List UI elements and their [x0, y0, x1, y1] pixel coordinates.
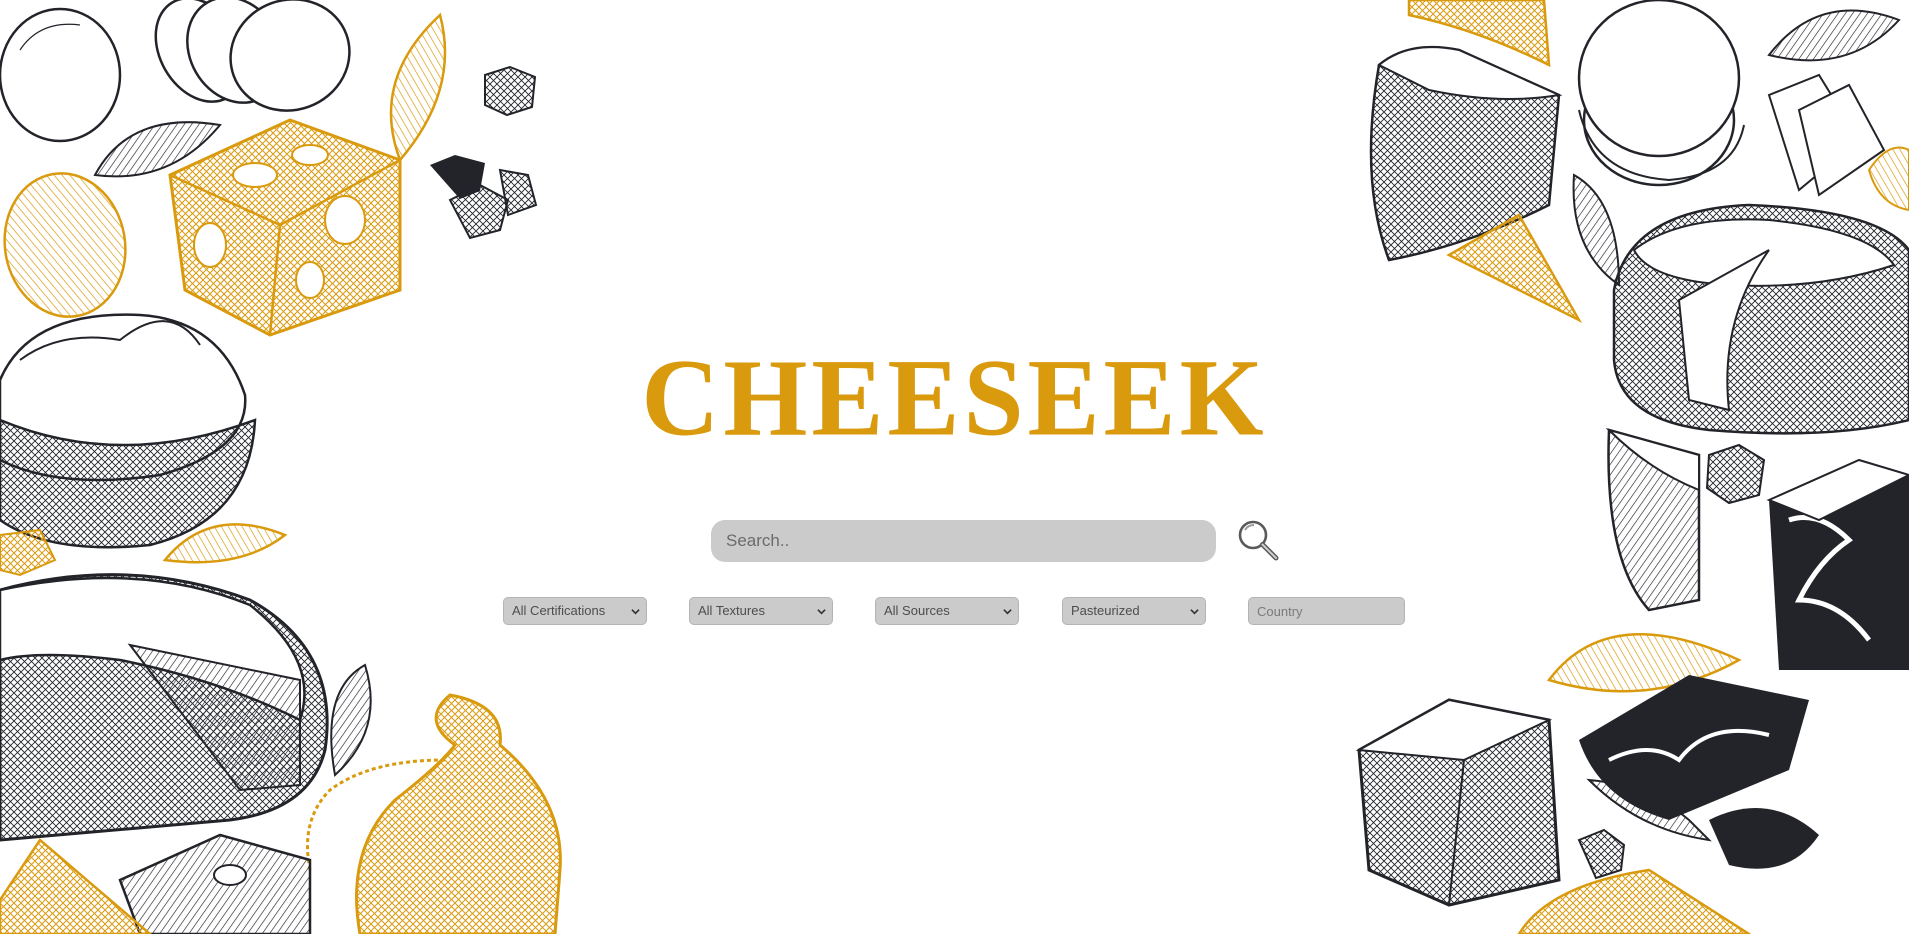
right-cheese-illustration	[1349, 0, 1909, 934]
chevron-down-icon	[631, 609, 640, 615]
search-button[interactable]	[1234, 516, 1282, 564]
textures-select[interactable]: All Textures	[689, 597, 833, 625]
chevron-down-icon	[817, 609, 826, 615]
pasteurized-select[interactable]: Pasteurized	[1062, 597, 1206, 625]
chevron-down-icon	[1190, 609, 1199, 615]
left-cheese-illustration	[0, 0, 570, 934]
sources-select-value: All Sources	[884, 603, 950, 618]
search-bar	[711, 520, 1279, 562]
site-logo: CHEESEEK	[641, 337, 1268, 460]
chevron-down-icon	[1003, 609, 1012, 615]
page: CHEESEEK All Certifications All Textures…	[0, 0, 1909, 934]
country-input[interactable]	[1248, 597, 1405, 625]
pasteurized-select-value: Pasteurized	[1071, 603, 1140, 618]
search-input[interactable]	[711, 520, 1216, 562]
filter-bar: All Certifications All Textures All Sour…	[0, 597, 1909, 627]
certifications-select[interactable]: All Certifications	[503, 597, 647, 625]
sources-select[interactable]: All Sources	[875, 597, 1019, 625]
certifications-select-value: All Certifications	[512, 603, 606, 618]
textures-select-value: All Textures	[698, 603, 765, 618]
magnifier-icon	[1238, 520, 1279, 561]
